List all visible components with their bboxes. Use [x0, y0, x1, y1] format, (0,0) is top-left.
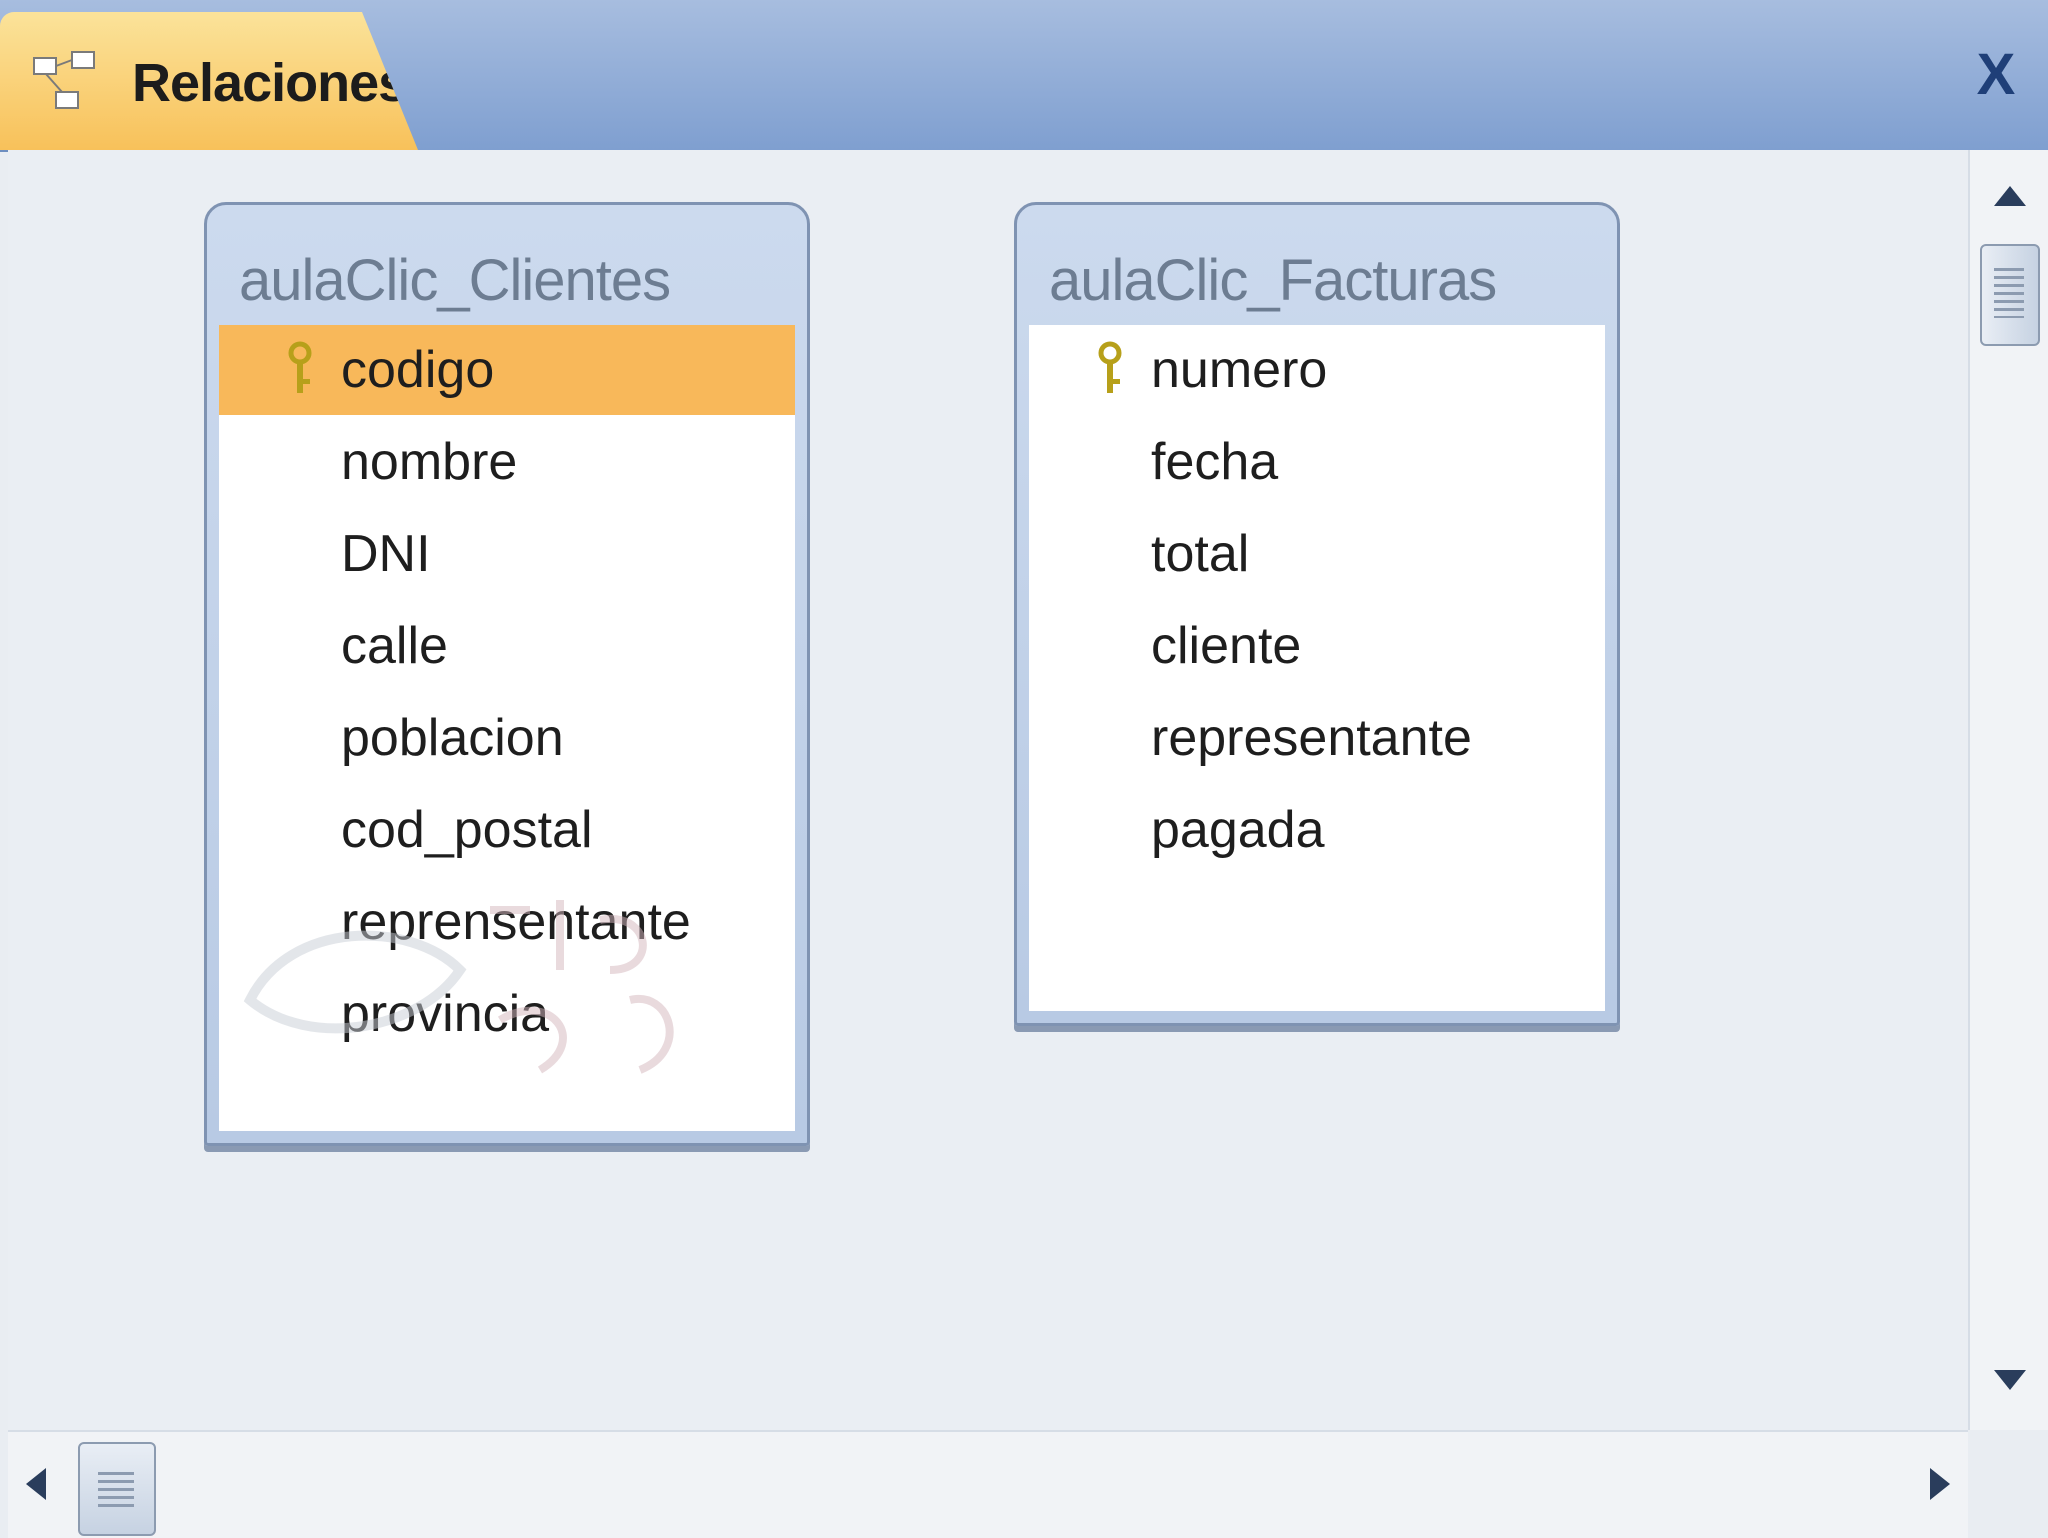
field-name: reprensentante — [341, 893, 691, 951]
field-row[interactable]: DNI — [219, 509, 795, 599]
grip-icon — [98, 1472, 134, 1512]
scroll-up-arrow-icon[interactable] — [1992, 184, 2028, 208]
field-name: codigo — [341, 341, 495, 399]
field-name: pagada — [1151, 801, 1325, 859]
field-name: poblacion — [341, 709, 564, 767]
horizontal-scrollbar[interactable] — [8, 1430, 1968, 1538]
scroll-left-arrow-icon[interactable] — [24, 1466, 48, 1502]
relationships-canvas[interactable]: aulaClic_Clientes codigo nombre DNI call… — [8, 150, 1968, 1430]
field-name: cod_postal — [341, 801, 593, 859]
scroll-right-arrow-icon[interactable] — [1928, 1466, 1952, 1502]
table-title: aulaClic_Facturas — [1049, 248, 1497, 313]
field-name: calle — [341, 617, 448, 675]
primary-key-icon — [1098, 341, 1122, 393]
field-row[interactable]: total — [1029, 509, 1605, 599]
table-window-facturas[interactable]: aulaClic_Facturas numero fecha total cli… — [1014, 202, 1620, 1026]
grip-icon — [1994, 268, 2024, 318]
field-list: numero fecha total cliente representante… — [1029, 325, 1605, 1011]
horizontal-scroll-thumb[interactable] — [78, 1442, 156, 1536]
field-row[interactable]: cod_postal — [219, 785, 795, 875]
tab-relaciones[interactable]: Relaciones — [0, 12, 418, 150]
field-row[interactable]: nombre — [219, 417, 795, 507]
field-name: provincia — [341, 985, 550, 1043]
vertical-scrollbar[interactable] — [1968, 150, 2048, 1430]
field-row[interactable]: poblacion — [219, 693, 795, 783]
field-name: fecha — [1151, 433, 1279, 491]
document-tab-bar: Relaciones X — [0, 0, 2048, 152]
field-name: nombre — [341, 433, 518, 491]
field-row[interactable]: codigo — [219, 325, 795, 415]
scroll-down-arrow-icon[interactable] — [1992, 1368, 2028, 1392]
field-row[interactable]: representante — [1029, 693, 1605, 783]
field-row[interactable]: numero — [1029, 325, 1605, 415]
close-button[interactable]: X — [1966, 40, 2026, 110]
field-row[interactable]: pagada — [1029, 785, 1605, 875]
table-title: aulaClic_Clientes — [239, 248, 671, 313]
relationships-icon — [33, 51, 95, 109]
field-list: codigo nombre DNI calle poblacion cod_po… — [219, 325, 795, 1131]
primary-key-icon — [288, 341, 312, 393]
field-row[interactable]: reprensentante — [219, 877, 795, 967]
table-window-clientes[interactable]: aulaClic_Clientes codigo nombre DNI call… — [204, 202, 810, 1146]
tab-label: Relaciones — [132, 53, 408, 113]
field-name: representante — [1151, 709, 1472, 767]
field-name: numero — [1151, 341, 1328, 399]
field-row[interactable]: cliente — [1029, 601, 1605, 691]
field-name: cliente — [1151, 617, 1302, 675]
field-row[interactable]: fecha — [1029, 417, 1605, 507]
field-name: total — [1151, 525, 1250, 583]
field-name: DNI — [341, 525, 431, 583]
field-row[interactable]: provincia — [219, 969, 795, 1059]
vertical-scroll-thumb[interactable] — [1980, 244, 2040, 346]
field-row[interactable]: calle — [219, 601, 795, 691]
